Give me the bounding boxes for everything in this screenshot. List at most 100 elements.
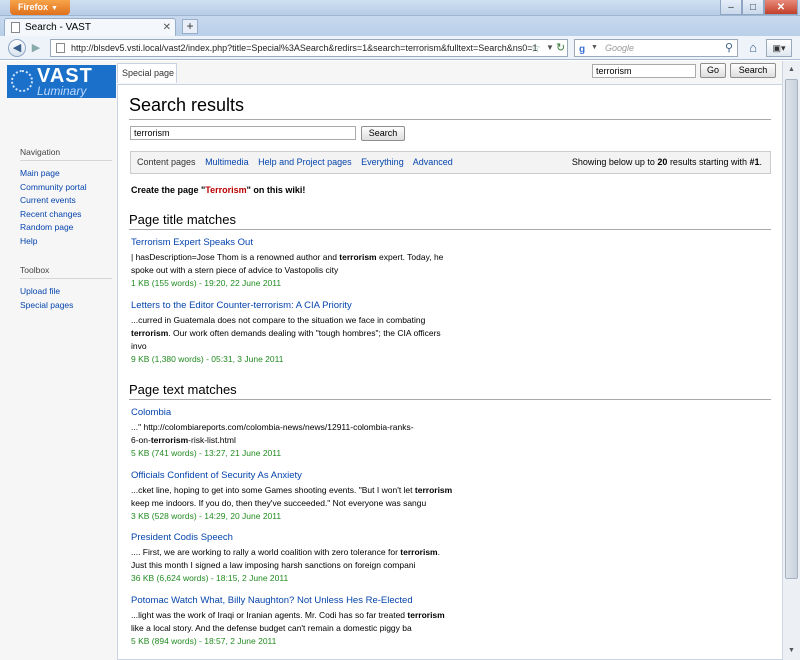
result-meta: 5 KB (741 words) - 13:27, 21 June 2011 [131, 448, 282, 458]
results-info-prefix: Showing below up to [571, 157, 658, 167]
result-title-link[interactable]: Potomac Watch What, Billy Naughton? Not … [131, 594, 461, 608]
result-snippet-line: Just this month I signed a law imposing … [131, 559, 461, 572]
back-arrow-icon[interactable]: ◀ [8, 39, 26, 57]
result-snippet-line: | hasDescription=Jose Thom is a renowned… [131, 251, 461, 264]
firefox-menu-label: Firefox [18, 2, 49, 12]
snippet-text: . [437, 547, 440, 557]
url-history-dropdown-icon[interactable]: ▼ [546, 39, 554, 57]
sidebar-item-help[interactable]: Help [20, 235, 112, 249]
tab-close-icon[interactable]: ✕ [163, 19, 171, 36]
engine-dropdown-icon[interactable]: ▼ [591, 40, 598, 56]
text-matches-heading: Page text matches [129, 381, 771, 400]
result-snippet-line: ..." http://colombiareports.com/colombia… [131, 421, 461, 434]
header-search-input[interactable] [592, 64, 696, 78]
results-start: #1 [749, 157, 760, 167]
search-term-highlight: terrorism [400, 547, 438, 557]
title-matches-heading: Page title matches [129, 211, 771, 230]
result-meta: 9 KB (1,380 words) - 05:31, 3 June 2011 [131, 354, 284, 364]
results-info-suffix: . [759, 157, 762, 167]
results-count: 20 [657, 157, 668, 167]
result-title-link[interactable]: Colombia [131, 406, 461, 420]
scroll-thumb[interactable] [785, 79, 798, 579]
web-search-box[interactable]: g ▼ Google ⚲ [574, 39, 738, 57]
web-search-placeholder: Google [605, 43, 635, 53]
create-page-link[interactable]: Terrorism [205, 185, 246, 195]
snippet-text: ...curred in Guatemala does not compare … [131, 315, 426, 325]
search-term-highlight: terrorism [407, 610, 445, 620]
page-icon [11, 22, 20, 33]
minimize-icon[interactable]: – [720, 0, 742, 15]
header-search-button[interactable]: Search [730, 63, 776, 78]
result-meta: 1 KB (155 words) - 19:20, 22 June 2011 [131, 278, 282, 288]
bookmark-star-icon[interactable]: ☆ [530, 39, 541, 57]
snippet-text: like a local story. And the defense budg… [131, 623, 412, 633]
search-button[interactable]: Search [361, 126, 405, 141]
result-snippet-line: ...curred in Guatemala does not compare … [131, 314, 461, 327]
go-button[interactable]: Go [700, 63, 726, 78]
site-icon [56, 43, 65, 53]
search-result: Colombia ..." http://colombiareports.com/… [131, 406, 461, 460]
addons-button[interactable]: ▣▾ [766, 39, 792, 57]
snippet-text: -risk-list.html [188, 435, 236, 445]
firefox-menu-button[interactable]: Firefox ▼ [10, 0, 70, 15]
tab-special-page-label: Special page [122, 68, 175, 78]
create-prefix: Create the page " [131, 185, 206, 195]
vertical-scrollbar[interactable]: ▲ ▼ [782, 61, 800, 660]
sidebar-item-current-events[interactable]: Current events [20, 194, 112, 208]
page-viewport: VAST Luminary Special page Go Search Nav… [0, 61, 782, 660]
address-bar[interactable]: http://blsdev5.vsti.local/vast2/index.ph… [50, 39, 568, 57]
result-snippet-line: ...cket line, hoping to get into some Ga… [131, 484, 461, 497]
tab-special-page[interactable]: Special page [117, 63, 177, 83]
header-search-button-label: Search [738, 65, 768, 75]
create-page-prompt: Create the page "Terrorism" on this wiki… [131, 185, 305, 195]
search-type-everything[interactable]: Everything [361, 157, 404, 167]
google-engine-icon[interactable]: g [579, 42, 585, 58]
search-types: Content pages Multimedia Help and Projec… [137, 152, 460, 173]
search-type-content-pages[interactable]: Content pages [137, 157, 196, 167]
result-meta: 36 KB (6,624 words) - 18:15, 2 June 2011 [131, 573, 289, 583]
create-suffix: " on this wiki! [246, 185, 306, 195]
forward-arrow-icon[interactable]: ▶ [28, 41, 44, 55]
search-input[interactable] [130, 126, 356, 140]
sidebar-item-random-page[interactable]: Random page [20, 221, 112, 235]
search-result: Officials Confident of Security As Anxie… [131, 469, 461, 523]
maximize-icon[interactable]: □ [742, 0, 764, 15]
snippet-text: .... First, we are working to rally a wo… [131, 547, 401, 557]
reload-icon[interactable]: ↻ [556, 39, 565, 57]
search-type-multimedia[interactable]: Multimedia [205, 157, 249, 167]
results-info: Showing below up to 20 results starting … [572, 152, 762, 173]
search-icon[interactable]: ⚲ [725, 40, 733, 56]
result-title-link[interactable]: Officials Confident of Security As Anxie… [131, 469, 461, 483]
close-window-icon[interactable]: ✕ [764, 0, 798, 15]
scroll-down-icon[interactable]: ▼ [784, 643, 799, 659]
home-icon[interactable]: ⌂ [744, 39, 762, 57]
content-area: Search results Search Content pages Mult… [117, 84, 782, 660]
snippet-text: expert. Today, he [376, 252, 444, 262]
sidebar-item-recent-changes[interactable]: Recent changes [20, 208, 112, 222]
search-type-advanced[interactable]: Advanced [413, 157, 453, 167]
result-title-link[interactable]: Letters to the Editor Counter-terrorism:… [131, 299, 461, 313]
search-term-highlight: terrorism [339, 252, 377, 262]
scroll-up-icon[interactable]: ▲ [784, 62, 799, 78]
result-title-link[interactable]: Terrorism Expert Speaks Out [131, 236, 461, 250]
new-tab-button[interactable]: + [182, 19, 198, 34]
sidebar-item-special-pages[interactable]: Special pages [20, 299, 112, 313]
window-controls: – □ ✕ [720, 0, 798, 16]
search-result: Potomac Watch What, Billy Naughton? Not … [131, 594, 461, 648]
sidebar-item-community-portal[interactable]: Community portal [20, 181, 112, 195]
sidebar-item-upload-file[interactable]: Upload file [20, 285, 112, 299]
navigation-toolbar: ◀ ▶ http://blsdev5.vsti.local/vast2/inde… [0, 36, 800, 60]
result-snippet-line: ...light was the work of Iraqi or Irania… [131, 609, 461, 622]
search-type-help-project[interactable]: Help and Project pages [258, 157, 352, 167]
result-meta: 5 KB (894 words) - 18:57, 2 June 2011 [131, 636, 277, 646]
browser-tab[interactable]: Search - VAST ✕ [4, 18, 176, 36]
window-titlebar: Firefox ▼ – □ ✕ [0, 0, 800, 16]
page-title: Search results [129, 93, 771, 120]
site-logo[interactable]: VAST Luminary [7, 65, 116, 98]
result-title-link[interactable]: President Codis Speech [131, 531, 461, 545]
chevron-down-icon: ▼ [51, 5, 58, 12]
result-snippet-line: terrorism. Our work often demands dealin… [131, 327, 461, 340]
search-term-highlight: terrorism [414, 485, 453, 495]
snippet-text: spoke out with a stern piece of advice t… [131, 265, 339, 275]
sidebar-item-main-page[interactable]: Main page [20, 167, 112, 181]
